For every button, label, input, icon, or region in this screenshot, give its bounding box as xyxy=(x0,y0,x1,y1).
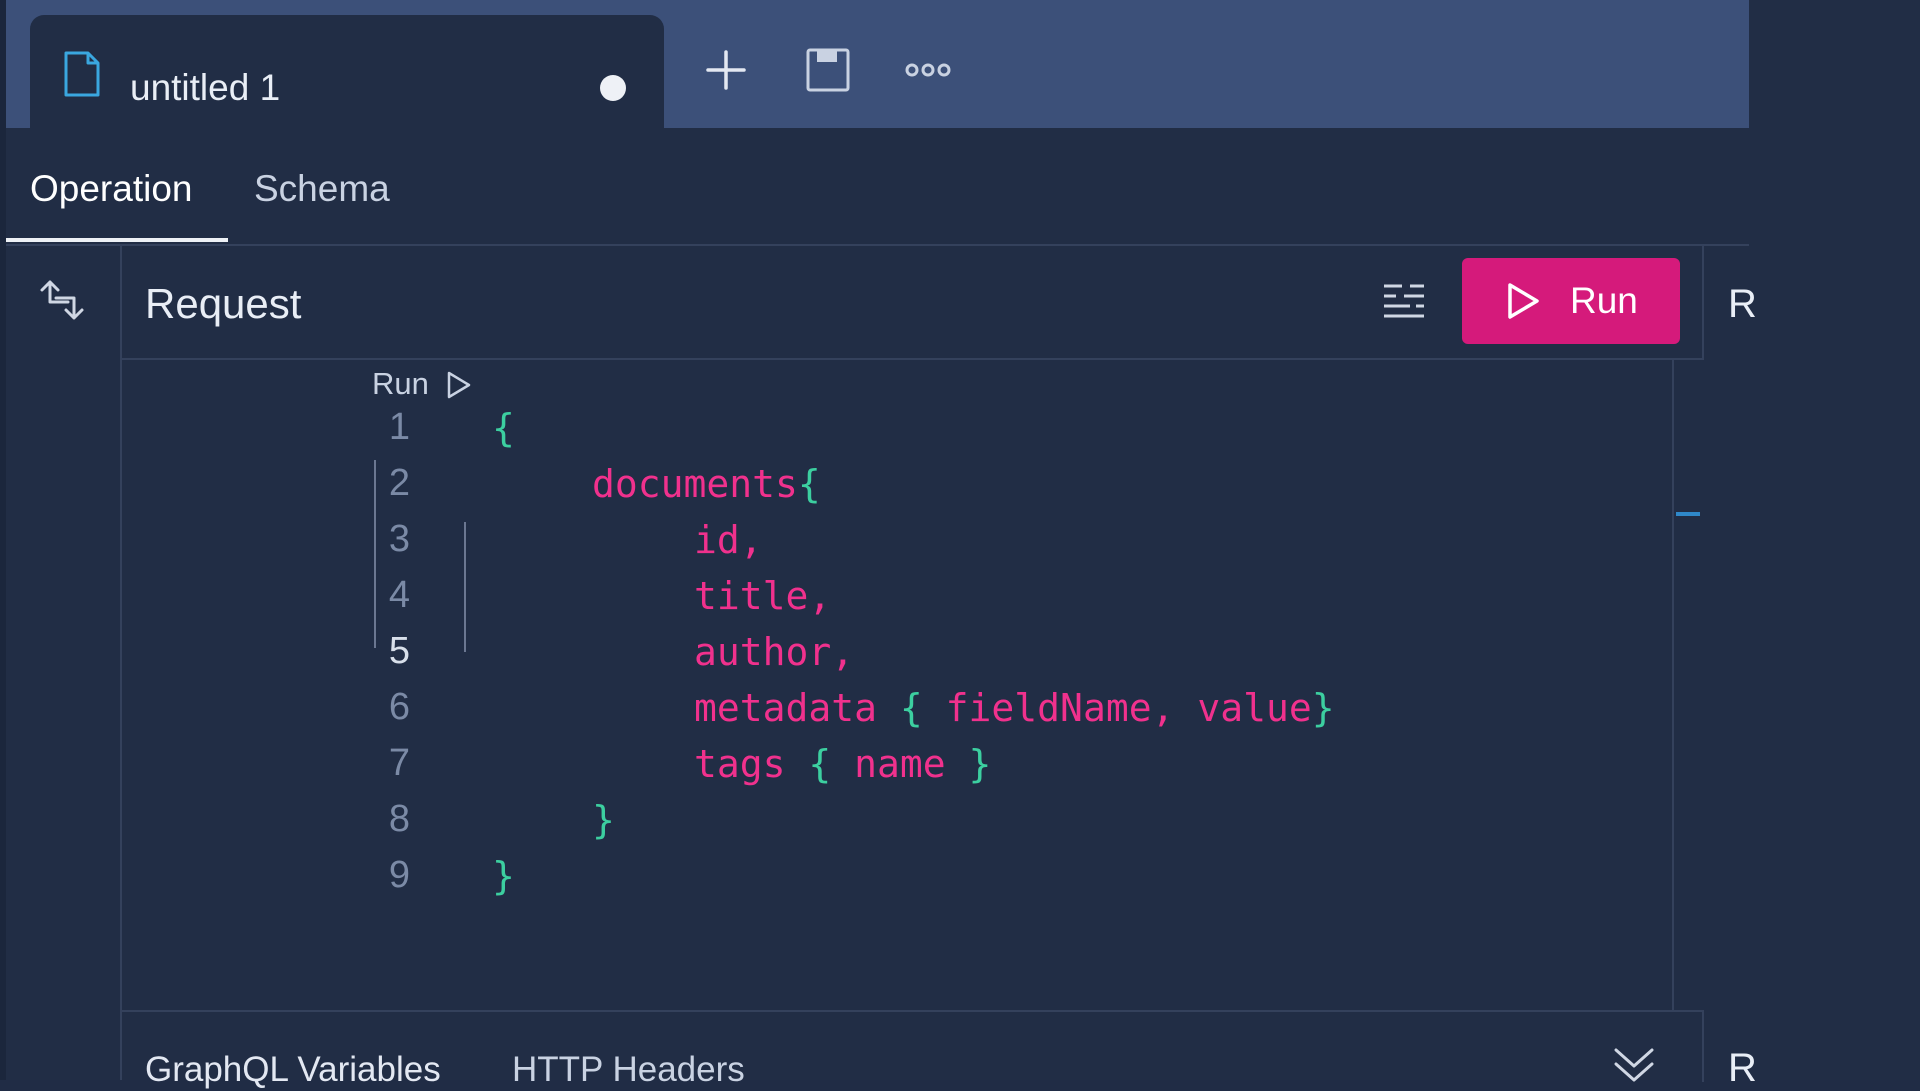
query-editor[interactable]: Run 1 { 2 documents{ 3 id, 4 title, 5 au… xyxy=(120,360,1674,1010)
line-number: 8 xyxy=(388,798,410,840)
request-header: Request Run xyxy=(120,246,1704,360)
save-icon[interactable] xyxy=(804,46,852,94)
code-line: author, xyxy=(694,630,855,674)
editor-scrollbar[interactable] xyxy=(1672,360,1702,1010)
right-panel-background xyxy=(1749,0,1920,1080)
codelens-run[interactable]: Run xyxy=(372,366,471,402)
file-icon xyxy=(64,51,100,97)
response-panel-title-peek: R xyxy=(1728,282,1757,326)
code-line: title, xyxy=(694,574,832,618)
line-number: 1 xyxy=(388,406,410,448)
code-line: } xyxy=(592,798,615,842)
play-icon xyxy=(1508,283,1539,319)
more-icon[interactable] xyxy=(904,46,952,94)
line-number: 7 xyxy=(388,742,410,784)
operation-schema-tabs: Operation Schema xyxy=(6,128,1749,246)
code-line: tags { name } xyxy=(694,742,992,786)
cursor-position-marker xyxy=(1676,512,1700,516)
active-tab-underline xyxy=(6,238,228,242)
line-number: 2 xyxy=(388,462,410,504)
code-line: documents{ xyxy=(592,462,821,506)
tab-graphql-variables[interactable]: GraphQL Variables xyxy=(145,1050,441,1090)
document-tab-title: untitled 1 xyxy=(130,67,281,108)
code-line: id, xyxy=(694,518,763,562)
code-line: { xyxy=(492,406,515,450)
side-rail xyxy=(6,246,122,1080)
play-icon xyxy=(447,371,471,399)
variables-headers-bar: GraphQL Variables HTTP Headers xyxy=(120,1010,1704,1089)
line-number: 6 xyxy=(388,686,410,728)
document-tab[interactable]: untitled 1 xyxy=(30,15,664,128)
prettify-icon[interactable] xyxy=(1380,278,1428,326)
plus-icon[interactable] xyxy=(702,46,750,94)
tab-operation[interactable]: Operation xyxy=(30,168,193,210)
run-button[interactable]: Run xyxy=(1462,258,1680,344)
code-line: metadata { fieldName, value} xyxy=(694,686,1335,730)
run-button-label: Run xyxy=(1570,280,1638,321)
explorer-toggle-icon[interactable] xyxy=(38,276,86,324)
line-number: 9 xyxy=(388,854,410,896)
unsaved-changes-dot[interactable] xyxy=(600,75,626,101)
indent-guide xyxy=(464,522,466,652)
code-line: } xyxy=(492,854,515,898)
tab-schema[interactable]: Schema xyxy=(254,168,390,210)
line-number-current: 5 xyxy=(388,630,410,672)
chevron-double-down-icon[interactable] xyxy=(1610,1046,1658,1086)
line-number: 4 xyxy=(388,574,410,616)
tab-bar: untitled 1 xyxy=(6,0,1749,128)
line-number: 3 xyxy=(388,518,410,560)
codelens-run-label: Run xyxy=(372,366,429,401)
response-bottom-title-peek: R xyxy=(1728,1046,1757,1090)
tab-http-headers[interactable]: HTTP Headers xyxy=(512,1050,745,1090)
request-title: Request xyxy=(145,280,302,327)
